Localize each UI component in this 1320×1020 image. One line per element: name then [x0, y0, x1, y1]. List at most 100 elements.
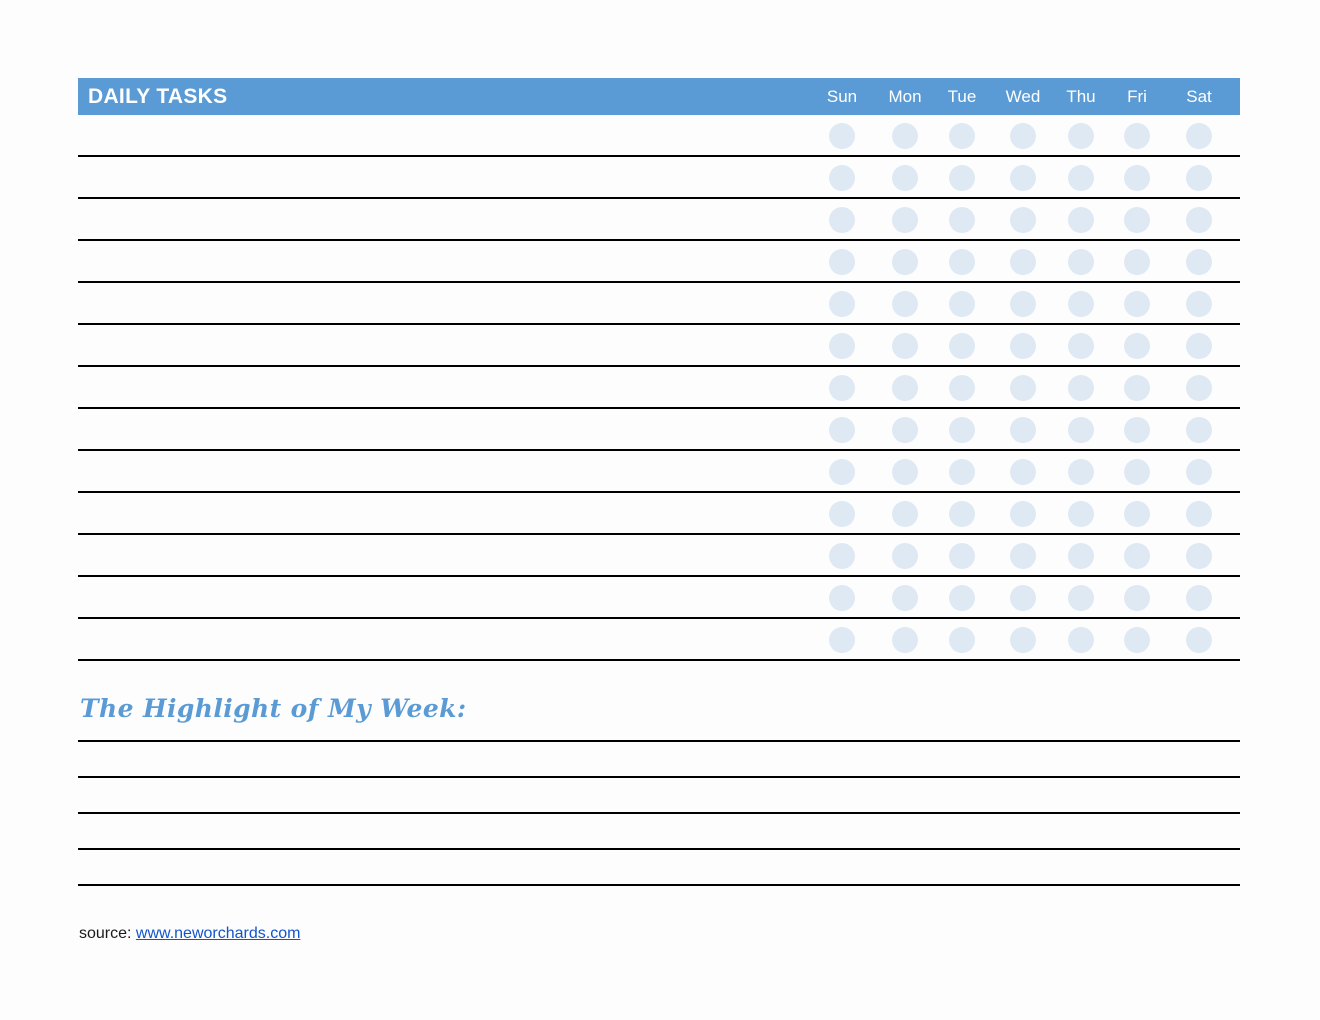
task-checkbox-circle[interactable] — [949, 249, 975, 275]
task-checkbox-circle[interactable] — [1068, 333, 1094, 359]
task-checkbox-circle[interactable] — [1124, 207, 1150, 233]
task-checkbox-circle[interactable] — [1124, 501, 1150, 527]
task-checkbox-circle[interactable] — [949, 627, 975, 653]
task-checkbox-circle[interactable] — [949, 333, 975, 359]
task-checkbox-circle[interactable] — [949, 123, 975, 149]
task-checkbox-circle[interactable] — [949, 207, 975, 233]
task-checkbox-circle[interactable] — [1068, 627, 1094, 653]
highlight-write-line[interactable] — [78, 740, 1240, 776]
task-checkbox-circle[interactable] — [829, 585, 855, 611]
task-checkbox-circle[interactable] — [1186, 375, 1212, 401]
task-checkbox-circle[interactable] — [1186, 249, 1212, 275]
source-link[interactable]: www.neworchards.com — [136, 925, 301, 942]
task-checkbox-circle[interactable] — [892, 333, 918, 359]
task-checkbox-circle[interactable] — [829, 375, 855, 401]
task-checkbox-circle[interactable] — [892, 459, 918, 485]
task-checkbox-circle[interactable] — [1186, 417, 1212, 443]
task-checkbox-circle[interactable] — [1010, 627, 1036, 653]
task-checkbox-circle[interactable] — [1186, 291, 1212, 317]
task-checkbox-circle[interactable] — [829, 417, 855, 443]
task-checkbox-circle[interactable] — [829, 123, 855, 149]
table-row — [78, 535, 1240, 577]
task-checkbox-circle[interactable] — [1068, 165, 1094, 191]
task-checkbox-circle[interactable] — [1124, 627, 1150, 653]
task-checkbox-circle[interactable] — [892, 543, 918, 569]
task-checkbox-circle[interactable] — [829, 249, 855, 275]
task-checkbox-circle[interactable] — [1186, 165, 1212, 191]
task-checkbox-circle[interactable] — [892, 123, 918, 149]
task-checkbox-circle[interactable] — [829, 333, 855, 359]
task-checkbox-circle[interactable] — [1010, 291, 1036, 317]
task-checkbox-circle[interactable] — [829, 291, 855, 317]
task-checkbox-circle[interactable] — [949, 585, 975, 611]
task-checkbox-circle[interactable] — [1186, 333, 1212, 359]
task-checkbox-circle[interactable] — [1124, 291, 1150, 317]
task-checkbox-circle[interactable] — [949, 417, 975, 443]
task-checkbox-circle[interactable] — [1186, 459, 1212, 485]
task-checkbox-circle[interactable] — [829, 165, 855, 191]
task-checkbox-circle[interactable] — [1124, 123, 1150, 149]
task-checkbox-circle[interactable] — [1186, 543, 1212, 569]
task-checkbox-circle[interactable] — [892, 501, 918, 527]
task-checkbox-circle[interactable] — [892, 417, 918, 443]
task-checkbox-circle[interactable] — [1010, 585, 1036, 611]
task-checkbox-circle[interactable] — [1124, 165, 1150, 191]
task-checkbox-circle[interactable] — [1068, 417, 1094, 443]
task-checkbox-circle[interactable] — [829, 501, 855, 527]
task-checkbox-circle[interactable] — [892, 291, 918, 317]
task-checkbox-circle[interactable] — [1186, 627, 1212, 653]
task-checkbox-circle[interactable] — [1068, 123, 1094, 149]
task-checkbox-circle[interactable] — [1010, 207, 1036, 233]
task-checkbox-circle[interactable] — [829, 627, 855, 653]
task-checkbox-circle[interactable] — [892, 585, 918, 611]
task-checkbox-circle[interactable] — [949, 165, 975, 191]
task-checkbox-circle[interactable] — [1068, 459, 1094, 485]
table-row — [78, 409, 1240, 451]
task-checkbox-circle[interactable] — [1068, 249, 1094, 275]
task-checkbox-circle[interactable] — [1010, 417, 1036, 443]
task-checkbox-circle[interactable] — [1124, 375, 1150, 401]
task-checkbox-circle[interactable] — [829, 207, 855, 233]
task-checkbox-circle[interactable] — [892, 207, 918, 233]
task-checkbox-circle[interactable] — [1068, 207, 1094, 233]
task-checkbox-circle[interactable] — [1010, 165, 1036, 191]
task-checkbox-circle[interactable] — [1010, 543, 1036, 569]
task-checkbox-circle[interactable] — [949, 543, 975, 569]
task-checkbox-circle[interactable] — [1010, 333, 1036, 359]
task-checkbox-circle[interactable] — [892, 165, 918, 191]
task-checkbox-circle[interactable] — [829, 543, 855, 569]
task-checkbox-circle[interactable] — [1010, 459, 1036, 485]
task-checkbox-circle[interactable] — [1068, 501, 1094, 527]
task-checkbox-circle[interactable] — [1186, 501, 1212, 527]
task-checkbox-circle[interactable] — [1124, 585, 1150, 611]
task-checkbox-circle[interactable] — [892, 375, 918, 401]
task-checkbox-circle[interactable] — [1068, 291, 1094, 317]
task-checkbox-circle[interactable] — [1186, 585, 1212, 611]
task-checkbox-circle[interactable] — [1068, 375, 1094, 401]
task-checkbox-circle[interactable] — [1186, 123, 1212, 149]
task-checkbox-circle[interactable] — [1124, 333, 1150, 359]
task-checkbox-circle[interactable] — [1010, 375, 1036, 401]
task-checkbox-circle[interactable] — [1010, 123, 1036, 149]
task-checkbox-circle[interactable] — [892, 627, 918, 653]
task-checkbox-circle[interactable] — [1124, 417, 1150, 443]
task-checkbox-circle[interactable] — [949, 501, 975, 527]
highlight-write-line[interactable] — [78, 884, 1240, 886]
task-checkbox-circle[interactable] — [1124, 249, 1150, 275]
task-checkbox-circle[interactable] — [1068, 585, 1094, 611]
task-checkbox-circle[interactable] — [949, 459, 975, 485]
highlight-write-line[interactable] — [78, 776, 1240, 812]
highlight-write-line[interactable] — [78, 812, 1240, 848]
task-checkbox-circle[interactable] — [1186, 207, 1212, 233]
task-checkbox-circle[interactable] — [1124, 543, 1150, 569]
task-checkbox-circle[interactable] — [1124, 459, 1150, 485]
day-header-wed: Wed — [1005, 87, 1041, 106]
task-checkbox-circle[interactable] — [1068, 543, 1094, 569]
task-checkbox-circle[interactable] — [1010, 249, 1036, 275]
highlight-write-line[interactable] — [78, 848, 1240, 884]
task-checkbox-circle[interactable] — [892, 249, 918, 275]
task-checkbox-circle[interactable] — [1010, 501, 1036, 527]
task-checkbox-circle[interactable] — [949, 291, 975, 317]
task-checkbox-circle[interactable] — [949, 375, 975, 401]
task-checkbox-circle[interactable] — [829, 459, 855, 485]
